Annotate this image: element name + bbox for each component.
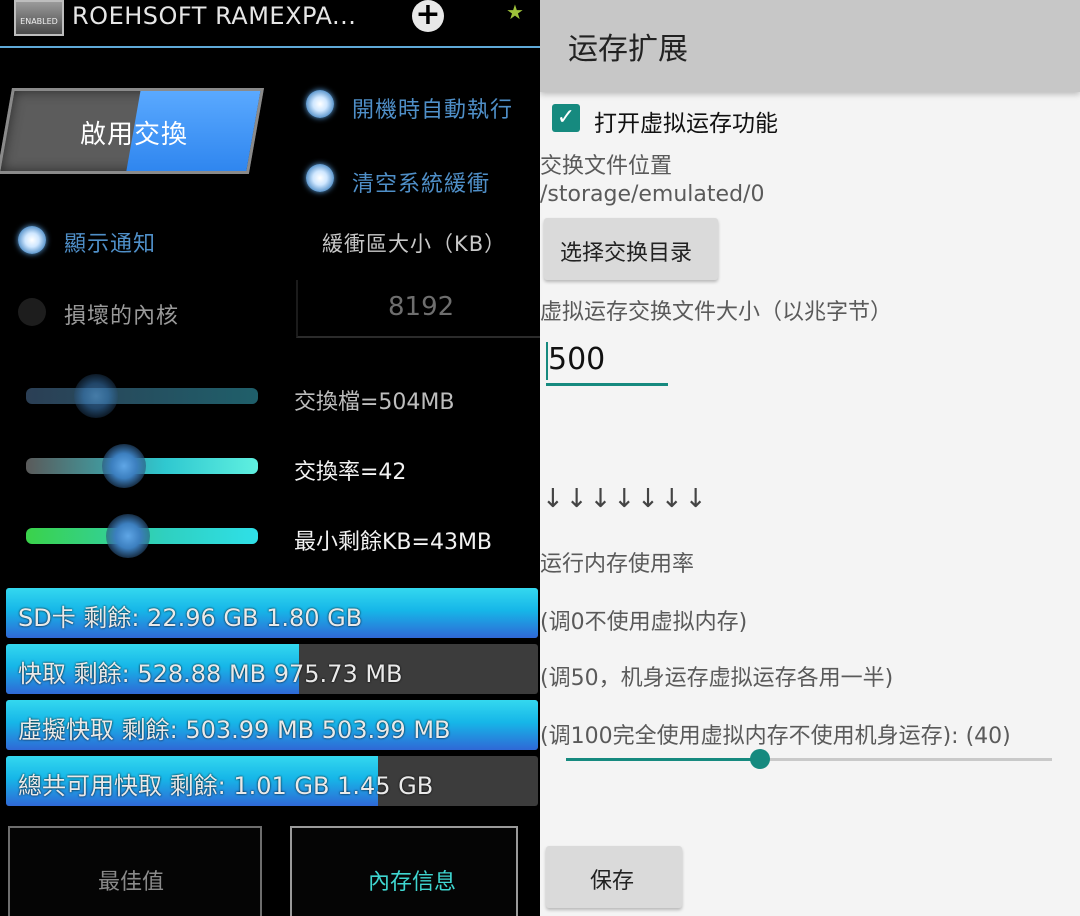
best-value-label: 最佳值 [98, 870, 165, 895]
swap-rate-label: 交換率=42 [294, 460, 407, 485]
down-arrows: ↓↓↓↓↓↓↓ [542, 484, 709, 514]
virtual-cache-bar-text: 虛擬快取 剩餘: 503.99 MB 503.99 MB [18, 716, 451, 744]
swap-file-label: 交換檔=504MB [294, 390, 455, 415]
enable-swap-label: 啟用交換 [80, 120, 189, 150]
swap-file-slider-thumb[interactable] [74, 374, 118, 418]
swap-location-path: /storage/emulated/0 [540, 182, 765, 207]
app-logo-text: ENABLED [20, 17, 58, 26]
page-title: 运存扩展 [568, 32, 688, 67]
usage-seekbar-thumb[interactable] [750, 749, 771, 769]
clear-cache-label: 清空系統緩衝 [352, 172, 491, 197]
total-cache-bar-text: 總共可用快取 剩餘: 1.01 GB 1.45 GB [18, 772, 434, 800]
choose-swap-dir-label: 选择交换目录 [560, 241, 693, 266]
usage-rate-label: 运行内存使用率 [540, 552, 695, 577]
buffer-size-label: 緩衝區大小（KB） [322, 232, 507, 256]
show-notification-radio[interactable] [18, 226, 46, 254]
enable-virtual-ram-label: 打开虚拟运存功能 [594, 111, 778, 137]
hint-fifty: (调50，机身运存虚拟运存各用一半) [540, 666, 894, 691]
hint-zero: (调0不使用虚拟内存) [540, 610, 748, 635]
save-label: 保存 [590, 869, 635, 894]
cache-bar: 快取 剩餘: 528.88 MB 975.73 MB [6, 644, 538, 694]
swap-size-value: 500 [548, 342, 606, 377]
choose-swap-dir-button[interactable]: 选择交换目录 [544, 218, 718, 280]
swap-file-slider[interactable] [26, 388, 258, 404]
add-icon[interactable]: + [412, 0, 444, 32]
app-bar: 运存扩展 [540, 0, 1080, 92]
swap-location-label: 交换文件位置 [540, 154, 673, 179]
sd-card-bar: SD卡 剩餘: 22.96 GB 1.80 GB [6, 588, 538, 638]
clear-cache-radio[interactable] [306, 164, 334, 192]
sd-card-bar-text: SD卡 剩餘: 22.96 GB 1.80 GB [18, 604, 363, 632]
left-title-bar: ENABLED ROEHSOFT RAMEXPA... + ★ [0, 0, 540, 48]
save-button[interactable]: 保存 [546, 846, 682, 908]
best-value-button[interactable]: 最佳值 [8, 826, 262, 916]
right-app-panel: 运存扩展 ✓ 打开虚拟运存功能 交换文件位置 /storage/emulated… [540, 0, 1080, 916]
autorun-label: 開機時自動執行 [352, 98, 514, 123]
left-app-panel: ENABLED ROEHSOFT RAMEXPA... + ★ 啟用交換 開機時… [0, 0, 540, 916]
app-title: ROEHSOFT RAMEXPA... [72, 2, 357, 30]
min-free-slider-thumb[interactable] [106, 514, 150, 558]
broken-kernel-label: 損壞的內核 [64, 304, 180, 329]
memory-info-label: 內存信息 [368, 870, 457, 895]
show-notification-label: 顯示通知 [64, 232, 157, 257]
checkmark-icon: ✓ [556, 105, 576, 130]
virtual-cache-bar: 虛擬快取 剩餘: 503.99 MB 503.99 MB [6, 700, 538, 750]
swap-rate-slider-thumb[interactable] [102, 444, 146, 488]
memory-info-button[interactable]: 內存信息 [290, 826, 518, 916]
swap-size-label: 虚拟运存交换文件大小（以兆字节） [540, 300, 893, 325]
usage-seekbar-fill [566, 758, 761, 761]
hint-hundred: (调100完全使用虚拟内存不使用机身运存): (40) [540, 724, 1011, 749]
total-cache-bar: 總共可用快取 剩餘: 1.01 GB 1.45 GB [6, 756, 538, 806]
cache-bar-text: 快取 剩餘: 528.88 MB 975.73 MB [18, 660, 403, 688]
autorun-radio[interactable] [306, 90, 334, 118]
app-logo: ENABLED [14, 0, 64, 36]
min-free-label: 最小剩餘KB=43MB [294, 530, 493, 555]
broken-kernel-radio[interactable] [18, 298, 46, 326]
buffer-size-value: 8192 [388, 292, 455, 322]
enable-virtual-ram-checkbox[interactable]: ✓ [552, 104, 580, 132]
star-icon[interactable]: ★ [506, 0, 524, 24]
